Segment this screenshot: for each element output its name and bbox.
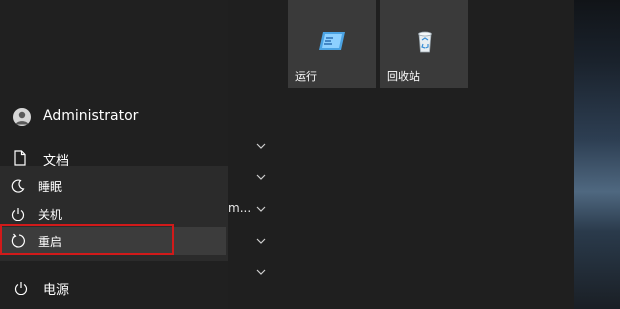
power-icon <box>14 280 28 299</box>
user-account-button[interactable]: Administrator <box>0 100 228 134</box>
app-list-column: m... <box>228 0 288 309</box>
chevron-down-icon[interactable] <box>256 141 266 151</box>
user-name: Administrator <box>43 108 139 124</box>
start-tiles-area: 运行 回收站 <box>288 0 574 309</box>
start-menu-left-rail: Administrator 文档 睡眠 关机 重启 电源 <box>0 0 228 309</box>
chevron-down-icon[interactable] <box>256 204 266 214</box>
restart-highlight-box <box>0 224 174 255</box>
run-icon <box>319 32 345 50</box>
chevron-down-icon[interactable] <box>256 267 266 277</box>
recycle-bin-tile[interactable]: 回收站 <box>380 0 468 88</box>
sleep-label: 睡眠 <box>38 180 63 194</box>
chevron-down-icon[interactable] <box>256 172 266 182</box>
shutdown-label: 关机 <box>38 208 63 222</box>
power-button[interactable]: 电源 <box>0 274 228 300</box>
power-icon <box>11 206 25 225</box>
recycle-bin-tile-label: 回收站 <box>387 70 420 83</box>
power-label: 电源 <box>43 283 70 298</box>
run-tile-label: 运行 <box>295 70 317 83</box>
desktop-wallpaper <box>574 0 620 309</box>
chevron-down-icon[interactable] <box>256 236 266 246</box>
run-tile[interactable]: 运行 <box>288 0 376 88</box>
sleep-option[interactable]: 睡眠 <box>0 172 226 200</box>
truncated-app-name: m... <box>228 201 252 215</box>
moon-icon <box>11 178 25 197</box>
user-avatar-icon <box>13 108 31 126</box>
recycle-bin-icon <box>418 31 432 53</box>
